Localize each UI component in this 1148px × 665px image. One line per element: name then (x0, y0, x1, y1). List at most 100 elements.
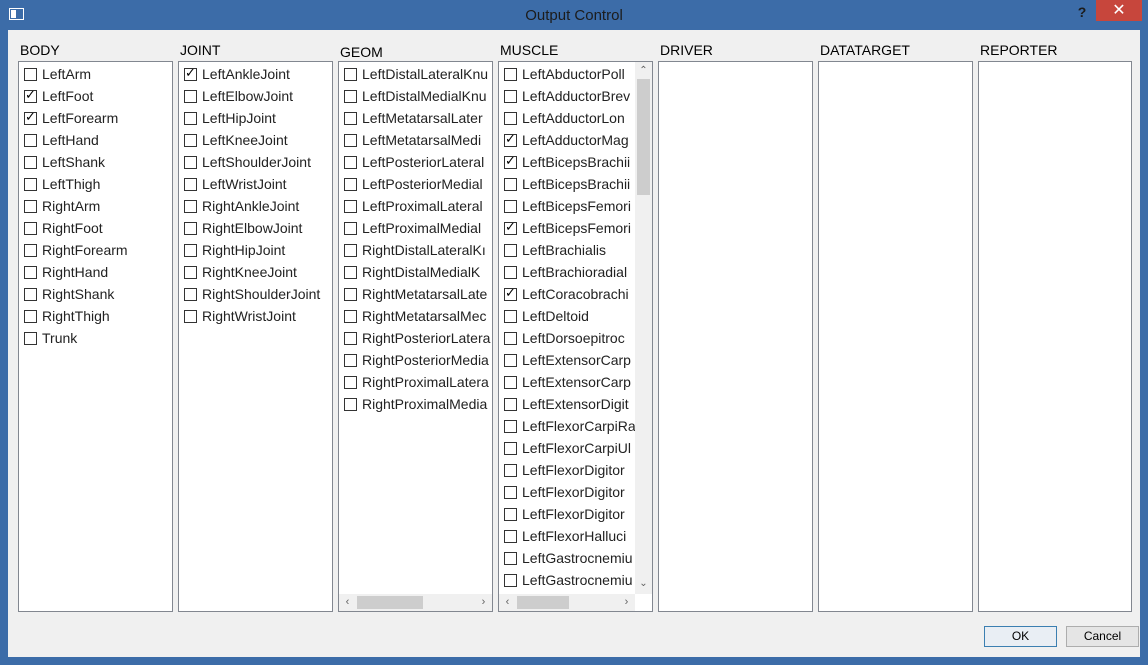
list-item[interactable]: RightElbowJoint (179, 217, 332, 239)
checkbox[interactable] (504, 552, 517, 565)
checkbox[interactable] (344, 68, 357, 81)
close-button[interactable]: ✕ (1096, 0, 1142, 21)
listbox-reporter[interactable] (978, 61, 1132, 612)
list-item[interactable]: RightWristJoint (179, 305, 332, 327)
list-item[interactable]: LeftAdductorBrev (499, 85, 652, 107)
list-item[interactable]: LeftFlexorDigitor (499, 481, 652, 503)
checkbox[interactable] (504, 286, 517, 301)
list-item[interactable]: LeftBicepsFemori (499, 217, 652, 239)
list-item[interactable]: LeftElbowJoint (179, 85, 332, 107)
checkbox[interactable] (504, 486, 517, 499)
list-item[interactable]: LeftAbductorPoll (499, 63, 652, 85)
list-item[interactable]: LeftShoulderJoint (179, 151, 332, 173)
checkbox[interactable] (504, 132, 517, 147)
checkbox[interactable] (504, 398, 517, 411)
list-item[interactable]: RightMetatarsalLate (339, 283, 492, 305)
list-item[interactable]: LeftWristJoint (179, 173, 332, 195)
checkbox[interactable] (184, 310, 197, 323)
checkbox[interactable] (24, 156, 37, 169)
list-item[interactable]: LeftArm (19, 63, 172, 85)
checkbox[interactable] (184, 134, 197, 147)
list-item[interactable]: RightShoulderJoint (179, 283, 332, 305)
horizontal-scrollbar[interactable]: ‹ › (339, 594, 492, 611)
checkbox[interactable] (504, 574, 517, 587)
list-item[interactable]: LeftExtensorDigit (499, 393, 652, 415)
checkbox[interactable] (184, 288, 197, 301)
list-item[interactable]: RightProximalLatera (339, 371, 492, 393)
checkbox[interactable] (184, 156, 197, 169)
list-item[interactable]: LeftDorsoepitroc (499, 327, 652, 349)
list-item[interactable]: LeftBicepsFemori (499, 195, 652, 217)
checkbox[interactable] (344, 288, 357, 301)
checkbox[interactable] (24, 134, 37, 147)
checkbox[interactable] (24, 266, 37, 279)
list-item[interactable]: Trunk (19, 327, 172, 349)
list-item[interactable]: LeftAdductorMag (499, 129, 652, 151)
list-item[interactable]: LeftFlexorHalluci (499, 525, 652, 547)
checkbox[interactable] (344, 200, 357, 213)
checkbox[interactable] (24, 222, 37, 235)
listbox-muscle[interactable]: LeftAbductorPoll LeftAdductorBrev LeftAddu… (498, 61, 653, 612)
checkbox[interactable] (344, 398, 357, 411)
checkbox[interactable] (504, 442, 517, 455)
checkbox[interactable] (504, 112, 517, 125)
list-item[interactable]: RightPosteriorLatera (339, 327, 492, 349)
checkbox[interactable] (184, 222, 197, 235)
checkbox[interactable] (504, 90, 517, 103)
checkbox[interactable] (504, 464, 517, 477)
checkbox[interactable] (24, 288, 37, 301)
list-item[interactable]: LeftFoot (19, 85, 172, 107)
list-item[interactable]: RightShank (19, 283, 172, 305)
list-item[interactable]: LeftDeltoid (499, 305, 652, 327)
list-item[interactable]: LeftHand (19, 129, 172, 151)
list-item[interactable]: LeftShank (19, 151, 172, 173)
scroll-thumb[interactable] (637, 79, 650, 195)
checkbox[interactable] (24, 110, 37, 125)
list-item[interactable]: LeftBicepsBrachii (499, 151, 652, 173)
checkbox[interactable] (24, 200, 37, 213)
checkbox[interactable] (344, 134, 357, 147)
list-item[interactable]: LeftGastrocnemiu (499, 569, 652, 591)
checkbox[interactable] (344, 112, 357, 125)
checkbox[interactable] (344, 310, 357, 323)
checkbox[interactable] (504, 530, 517, 543)
listbox-datatarget[interactable] (818, 61, 973, 612)
checkbox[interactable] (344, 266, 357, 279)
list-item[interactable]: LeftPosteriorMedial (339, 173, 492, 195)
list-item[interactable]: LeftFlexorDigitor (499, 459, 652, 481)
list-item[interactable]: LeftExtensorCarp (499, 371, 652, 393)
checkbox[interactable] (344, 156, 357, 169)
checkbox[interactable] (504, 310, 517, 323)
checkbox[interactable] (504, 220, 517, 235)
list-item[interactable]: LeftAdductorLon (499, 107, 652, 129)
checkbox[interactable] (504, 244, 517, 257)
checkbox[interactable] (504, 332, 517, 345)
ok-button[interactable]: OK (984, 626, 1057, 647)
list-item[interactable]: LeftBrachialis (499, 239, 652, 261)
list-item[interactable]: RightMetatarsalMec (339, 305, 492, 327)
list-item[interactable]: LeftMetatarsalMedi (339, 129, 492, 151)
checkbox[interactable] (184, 112, 197, 125)
list-item[interactable]: LeftAnkleJoint (179, 63, 332, 85)
list-item[interactable]: LeftForearm (19, 107, 172, 129)
scroll-right-icon[interactable]: › (618, 594, 635, 611)
list-item[interactable]: LeftPosteriorLateral (339, 151, 492, 173)
checkbox[interactable] (344, 222, 357, 235)
checkbox[interactable] (504, 376, 517, 389)
vertical-scrollbar[interactable]: ⌃ ⌄ (635, 62, 652, 594)
checkbox[interactable] (344, 332, 357, 345)
scroll-left-icon[interactable]: ‹ (339, 594, 356, 611)
checkbox[interactable] (504, 68, 517, 81)
list-item[interactable]: LeftProximalMedial (339, 217, 492, 239)
checkbox[interactable] (344, 90, 357, 103)
scroll-left-icon[interactable]: ‹ (499, 594, 516, 611)
list-item[interactable]: LeftBrachioradial (499, 261, 652, 283)
checkbox[interactable] (344, 178, 357, 191)
checkbox[interactable] (344, 244, 357, 257)
list-item[interactable]: LeftExtensorCarp (499, 349, 652, 371)
list-item[interactable]: LeftDistalMedialKnu (339, 85, 492, 107)
list-item[interactable]: LeftProximalLateral (339, 195, 492, 217)
list-item[interactable]: LeftFlexorCarpiUl (499, 437, 652, 459)
help-button[interactable]: ? (1071, 2, 1093, 22)
scroll-thumb[interactable] (357, 596, 423, 609)
